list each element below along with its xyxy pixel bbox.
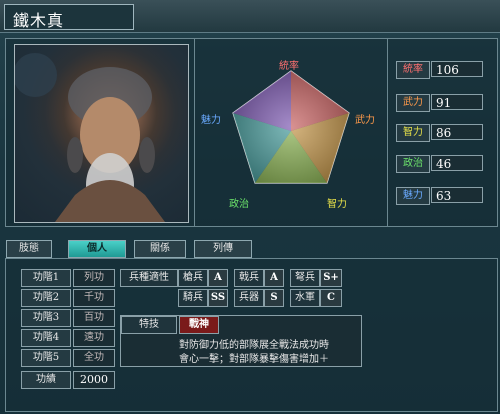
character-detail-screen: 鐵木真 統率 武力 智力 政治 魅力 統率 106 武力 91 智力 86 政治… <box>0 0 500 414</box>
stat-list: 統率 106 武力 91 智力 86 政治 46 魅力 63 <box>391 39 497 226</box>
special-skill-box: 特技 戰神 對防御力低的部隊展全戰法成功時 會心一擊；對部隊暴擊傷害增加＋ <box>120 315 362 367</box>
stat-label: 武力 <box>396 94 430 112</box>
stat-label: 魅力 <box>396 187 430 205</box>
character-name: 鐵木真 <box>13 11 65 30</box>
stat-row-intelligence: 智力 86 <box>396 124 492 142</box>
aptitude-grade: S <box>264 289 284 307</box>
name-plate: 鐵木真 <box>4 4 134 30</box>
grade-value: 全功 <box>73 349 115 367</box>
grade-label: 功階1 <box>21 269 71 287</box>
radar-label-command: 統率 <box>279 61 299 72</box>
stat-value: 86 <box>431 124 483 140</box>
grade-label: 功階2 <box>21 289 71 307</box>
grade-value: 列功 <box>73 269 115 287</box>
portrait-art <box>15 53 165 222</box>
title-bar: 鐵木真 <box>0 0 500 33</box>
aptitude-unit: 戟兵 <box>234 269 264 287</box>
radar-label-war: 武力 <box>355 115 375 126</box>
special-skill-name[interactable]: 戰神 <box>179 316 219 334</box>
stat-label: 統率 <box>396 61 430 79</box>
aptitude-label: 兵種適性 <box>120 269 178 287</box>
special-label: 特技 <box>121 316 177 334</box>
merit-label: 功績 <box>21 371 71 389</box>
stat-row-politics: 政治 46 <box>396 155 492 173</box>
stat-row-charisma: 魅力 63 <box>396 187 492 205</box>
aptitude-unit: 水軍 <box>290 289 320 307</box>
tab-relations[interactable]: 關係 <box>134 240 186 258</box>
bottom-panel: 功階1 列功 功階2 千功 功階3 百功 功階4 遠功 功階5 全功 功績 20… <box>5 258 498 412</box>
grade-label: 功階4 <box>21 329 71 347</box>
tab-biography[interactable]: 列傳 <box>194 240 252 258</box>
top-panel: 統率 武力 智力 政治 魅力 統率 106 武力 91 智力 86 政治 46 <box>5 38 498 227</box>
stat-row-war: 武力 91 <box>396 94 492 112</box>
radar-label-charisma: 魅力 <box>201 115 221 126</box>
radar-label-intelligence: 智力 <box>327 199 347 210</box>
stat-value: 63 <box>431 187 483 203</box>
aptitude-grade: SS <box>208 289 228 307</box>
aptitude-unit: 騎兵 <box>178 289 208 307</box>
stat-value: 46 <box>431 155 483 171</box>
aptitude-grade: A <box>208 269 228 287</box>
grade-value: 百功 <box>73 309 115 327</box>
tab-personal[interactable]: 個人 <box>68 240 126 258</box>
stat-label: 智力 <box>396 124 430 142</box>
aptitude-grade: A <box>264 269 284 287</box>
stat-value: 106 <box>431 61 483 77</box>
grade-value: 千功 <box>73 289 115 307</box>
special-description-1: 對防御力低的部隊展全戰法成功時 <box>179 340 329 351</box>
aptitude-unit: 槍兵 <box>178 269 208 287</box>
grade-label: 功階3 <box>21 309 71 327</box>
tab-appearance[interactable]: 肢態 <box>6 240 52 258</box>
grade-value: 遠功 <box>73 329 115 347</box>
stat-label: 政治 <box>396 155 430 173</box>
radar-label-politics: 政治 <box>229 199 249 210</box>
aptitude-grade: C <box>320 289 342 307</box>
stat-value: 91 <box>431 94 483 110</box>
stat-radar-chart: 統率 武力 智力 政治 魅力 <box>194 39 388 226</box>
grade-label: 功階5 <box>21 349 71 367</box>
special-description-2: 會心一擊；對部隊暴擊傷害增加＋ <box>179 354 329 365</box>
portrait <box>14 44 189 223</box>
stat-row-command: 統率 106 <box>396 61 492 79</box>
aptitude-unit: 兵器 <box>234 289 264 307</box>
merit-value: 2000 <box>73 371 115 389</box>
aptitude-unit: 弩兵 <box>290 269 320 287</box>
aptitude-grade: S+ <box>320 269 342 287</box>
